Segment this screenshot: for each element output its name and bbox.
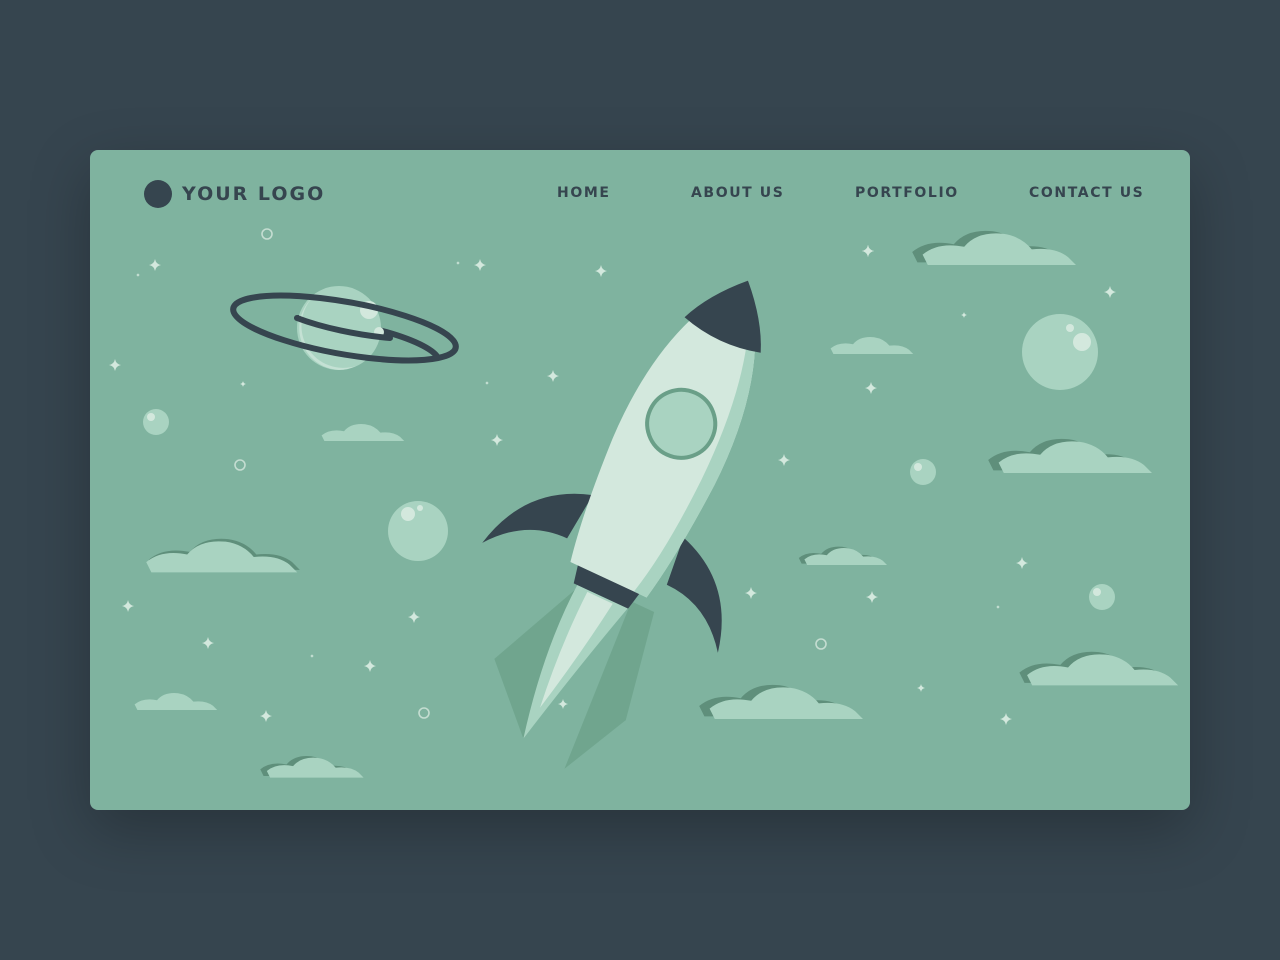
hero-illustration xyxy=(109,228,1179,778)
star-icon xyxy=(240,381,246,387)
star-icon xyxy=(364,660,376,672)
star-icon xyxy=(202,637,214,649)
star-icon xyxy=(862,245,874,257)
hero-card: YOUR LOGO HOME ABOUT US PORTFOLIO CONTAC… xyxy=(90,150,1190,810)
star-icon xyxy=(136,273,140,277)
star-icon xyxy=(109,359,121,371)
nav-link-about-us[interactable]: ABOUT US xyxy=(691,185,784,201)
cloud xyxy=(316,424,405,441)
star-icon xyxy=(122,600,134,612)
star-icon xyxy=(1104,286,1116,298)
cloud xyxy=(129,693,218,710)
rocket xyxy=(482,280,761,769)
star-icon xyxy=(149,259,161,271)
star-icon xyxy=(866,591,878,603)
logo-circle-icon xyxy=(144,180,172,208)
logo[interactable]: YOUR LOGO xyxy=(144,180,325,208)
planet xyxy=(1089,584,1115,610)
star-icon xyxy=(778,454,790,466)
nav-link-portfolio[interactable]: PORTFOLIO xyxy=(855,185,959,201)
star-icon xyxy=(595,265,607,277)
cloud xyxy=(825,337,914,354)
star-icon xyxy=(260,710,272,722)
star-icon xyxy=(1000,713,1012,725)
cloud xyxy=(977,438,1152,473)
cloud xyxy=(1009,651,1179,686)
nav-link-home[interactable]: HOME xyxy=(557,185,611,201)
star-icon xyxy=(1016,557,1028,569)
star-icon xyxy=(558,699,568,709)
star-icon xyxy=(917,684,925,692)
star-icon xyxy=(547,370,559,382)
star-icon xyxy=(456,261,460,265)
star-icon xyxy=(996,605,1000,609)
logo-text: YOUR LOGO xyxy=(182,183,326,205)
cloud xyxy=(253,756,364,778)
star-icon xyxy=(491,434,503,446)
star-icon xyxy=(310,654,314,658)
cloud xyxy=(136,538,300,573)
star-icon xyxy=(961,312,967,318)
star-icon xyxy=(745,587,757,599)
planet xyxy=(1022,314,1098,391)
star-icon xyxy=(408,611,420,623)
site-header: YOUR LOGO HOME ABOUT US PORTFOLIO CONTAC… xyxy=(90,150,1190,240)
star-icon xyxy=(865,382,877,394)
star-icon xyxy=(485,381,489,385)
planet xyxy=(910,459,936,485)
cloud xyxy=(688,684,863,719)
planet xyxy=(143,409,169,435)
ringed-planet xyxy=(230,286,459,370)
star-icon xyxy=(474,259,486,271)
planet xyxy=(388,501,448,561)
cloud xyxy=(793,546,887,565)
nav-link-contact-us[interactable]: CONTACT US xyxy=(1029,185,1144,201)
